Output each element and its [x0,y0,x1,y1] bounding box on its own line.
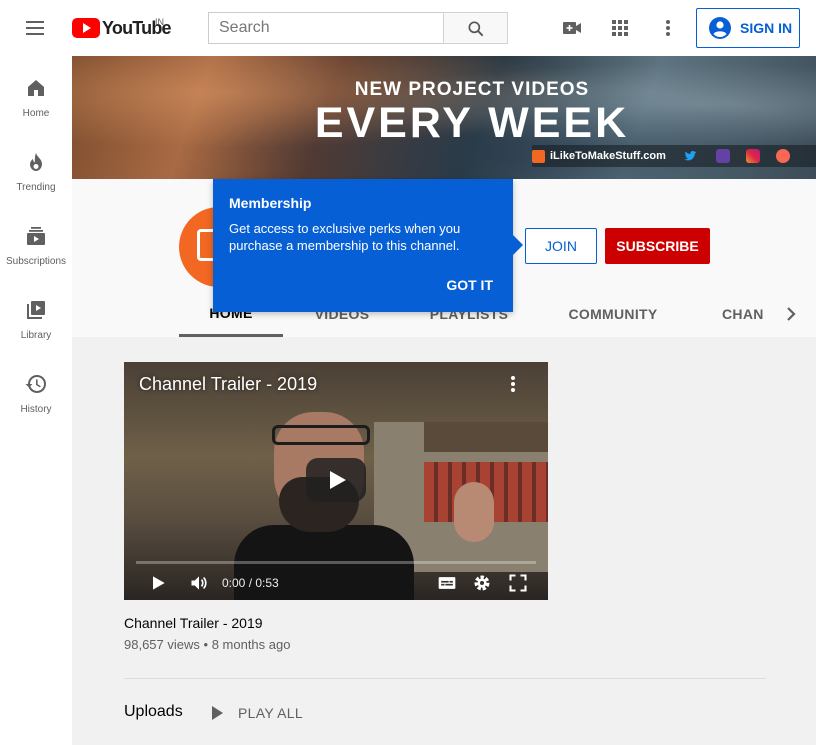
join-button[interactable]: JOIN [525,228,597,264]
banner-site-link[interactable]: iLikeToMakeStuff.com [532,149,666,163]
twitter-icon[interactable] [684,149,698,163]
meta-separator: • [203,637,212,652]
video-time: 0:00 / 0:53 [222,576,279,590]
banner-links: iLikeToMakeStuff.com [532,145,816,167]
tab-channels[interactable]: CHAN [702,291,782,337]
got-it-button[interactable]: GOT IT [446,277,493,293]
sidebar-item-label: History [20,404,52,415]
view-count: 98,657 views [124,637,200,652]
apps-grid-icon[interactable] [608,16,632,40]
sidebar: Home Trending Subscriptions Library Hist… [0,56,72,745]
sidebar-item-library[interactable]: Library [0,278,72,352]
banner-headline: EVERY WEEK [314,99,630,147]
settings-gear-icon[interactable] [472,573,492,593]
more-vert-icon[interactable] [656,16,680,40]
account-icon [709,17,731,39]
uploads-heading[interactable]: Uploads [124,703,183,721]
video-progress-bar[interactable] [136,561,536,564]
video-frame-hand [454,482,494,542]
patreon-icon[interactable] [776,149,790,163]
subscriptions-icon [27,227,45,245]
sidebar-item-label: Trending [16,182,56,193]
home-icon [28,80,44,96]
site-link-text: iLikeToMakeStuff.com [550,150,666,162]
chevron-right-icon[interactable] [779,302,803,326]
video-controls: 0:00 / 0:53 [124,566,548,600]
play-all-button[interactable]: PLAY ALL [212,703,303,723]
search-input[interactable] [209,13,444,43]
country-code: IN [155,17,164,27]
flame-icon [30,153,42,171]
top-bar: YouTube IN SIGN IN [0,0,816,56]
sidebar-item-home[interactable]: Home [0,56,72,130]
membership-tooltip: Membership Get access to exclusive perks… [213,179,523,312]
search-field [208,12,444,44]
fullscreen-icon[interactable] [508,573,528,593]
sidebar-item-label: Subscriptions [5,256,67,267]
channel-trailer-player[interactable]: Channel Trailer - 2019 0:00 / 0:53 [124,362,548,600]
subscribe-button[interactable]: SUBSCRIBE [605,228,710,264]
play-all-label: PLAY ALL [238,705,303,721]
play-icon[interactable] [148,573,168,593]
video-overlay-title[interactable]: Channel Trailer - 2019 [139,374,317,395]
sidebar-item-subscriptions[interactable]: Subscriptions [0,204,72,278]
site-favicon-icon [532,149,545,163]
tooltip-body: Get access to exclusive perks when you p… [229,221,461,253]
sign-in-label: SIGN IN [740,20,793,36]
video-camera-icon[interactable] [560,16,584,40]
video-more-icon[interactable] [511,376,515,392]
upload-age: 8 months ago [211,637,291,652]
sidebar-item-trending[interactable]: Trending [0,130,72,204]
sidebar-item-history[interactable]: History [0,352,72,426]
menu-icon[interactable] [24,18,48,38]
large-play-icon[interactable] [306,458,366,502]
search-button[interactable] [443,12,508,44]
sidebar-item-label: Home [22,108,50,119]
trailer-title[interactable]: Channel Trailer - 2019 [124,615,263,631]
trailer-meta: 98,657 views • 8 months ago [124,637,290,652]
sidebar-item-label: Library [20,330,52,341]
subtitles-icon[interactable] [436,573,458,593]
sign-in-button[interactable]: SIGN IN [696,8,800,48]
tab-community[interactable]: COMMUNITY [542,291,684,337]
play-all-icon [212,706,223,720]
history-icon [25,375,46,393]
library-icon [27,301,45,319]
video-frame-shelf [424,422,548,452]
tooltip-title: Membership [229,195,312,211]
banner-tagline: NEW PROJECT VIDEOS [354,79,590,100]
volume-icon[interactable] [188,573,210,593]
instagram-icon[interactable] [746,149,760,163]
youtube-play-logo-icon [72,18,100,38]
channel-banner: NEW PROJECT VIDEOS EVERY WEEK iLikeToMak… [72,56,816,179]
search-icon [468,21,484,37]
section-divider [124,678,766,679]
twitch-icon[interactable] [716,149,730,163]
